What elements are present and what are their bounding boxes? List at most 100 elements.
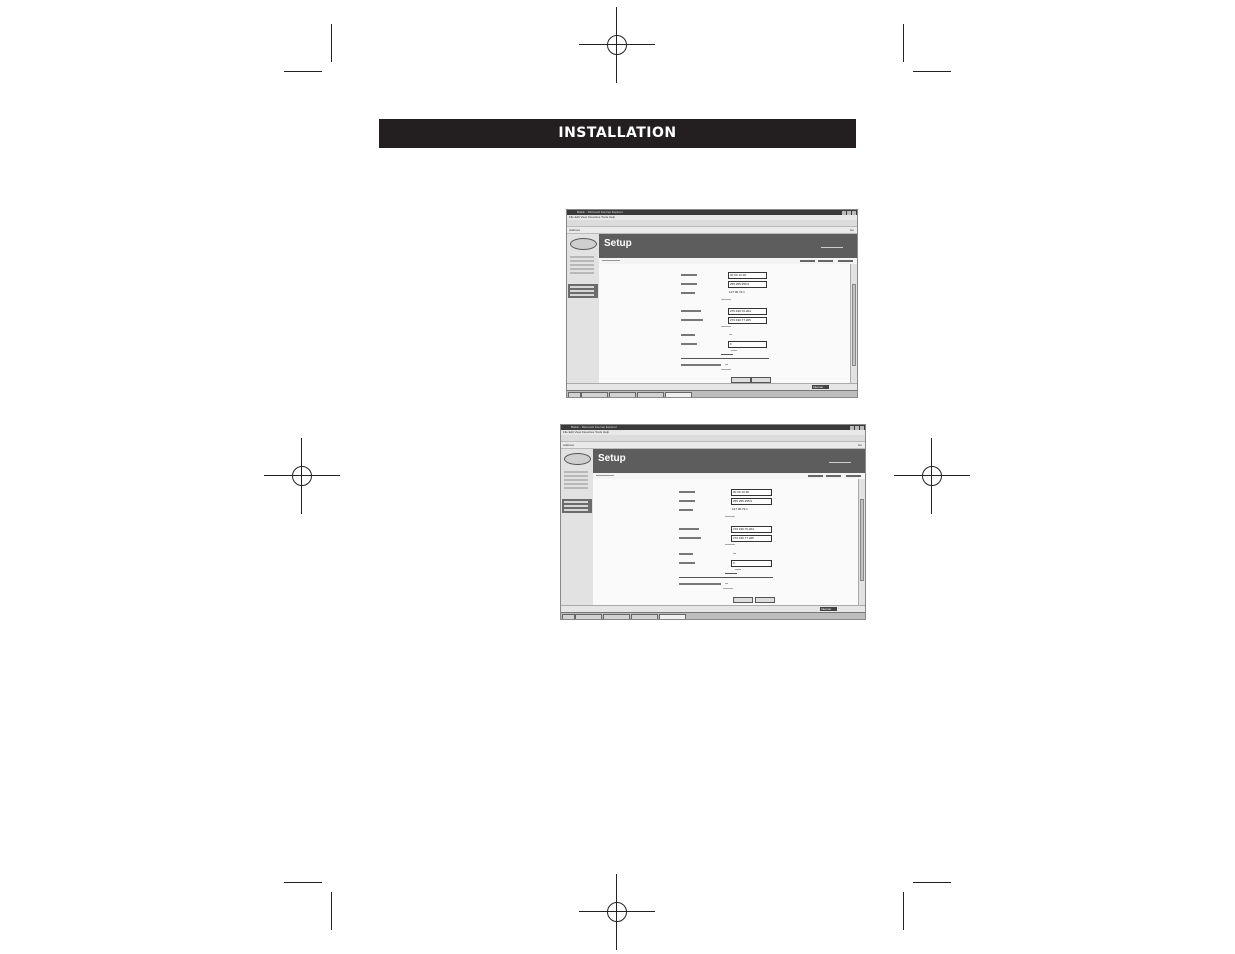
secondary-dns-field[interactable]: 270.190.77.205 [731,535,772,542]
field-label [681,334,695,336]
apply-changes-button[interactable] [755,597,775,603]
sidebar-item[interactable] [570,264,594,266]
sidebar-active-section[interactable] [562,499,592,513]
primary-dns-field[interactable]: 270.190.70.204 [728,308,767,315]
home-link[interactable] [829,462,851,463]
address-bar[interactable]: Address [567,227,857,234]
field-hint [733,553,736,554]
subnav-link[interactable] [800,260,815,262]
taskbar-item[interactable] [603,614,630,619]
sidebar-item[interactable] [570,256,594,258]
windows-taskbar [567,390,857,397]
subnet-mask-field[interactable]: 255.255.255.0 [728,281,767,288]
subnav-link[interactable] [808,475,823,477]
sidebar-item[interactable] [570,260,594,262]
primary-dns-field[interactable]: 270.190.70.204 [731,526,772,533]
start-button[interactable] [568,392,581,397]
internet-zone: Internet [812,385,829,389]
settings-form: 00 00 13 4D 255.255.255.0 127.00.72.1 27… [593,479,859,606]
sidebar-item[interactable] [564,501,588,503]
field-hint [725,544,735,545]
field-label [681,310,701,312]
field-label [679,553,693,555]
sidebar-active-section[interactable] [568,284,598,298]
field-hint [731,350,737,351]
sidebar-item[interactable] [564,471,588,473]
taskbar-item[interactable] [575,614,602,619]
go-button[interactable]: Go [858,442,862,448]
close-icon[interactable] [860,425,864,430]
sidebar-item[interactable] [564,505,588,507]
field-hint [721,299,731,300]
breadcrumb [602,260,620,261]
taskbar-item[interactable] [631,614,658,619]
home-link[interactable] [821,247,843,248]
field-hint [725,573,737,574]
sidebar-item[interactable] [570,268,594,270]
secondary-dns-field[interactable]: 270.190.77.205 [728,317,767,324]
taskbar-item[interactable] [581,392,608,397]
field-label [679,491,695,493]
crop-mark-top-left-vertical [331,24,332,62]
section-divider [679,577,773,578]
sidebar-item[interactable] [564,509,588,511]
belkin-logo [570,238,597,250]
subnet-mask-field[interactable]: 255.255.255.0 [731,498,772,505]
maximize-icon[interactable] [855,425,859,430]
crop-mark-bottom-left-horizontal [284,882,322,883]
start-button[interactable] [562,614,575,619]
registration-mark-bottom [579,874,655,950]
breadcrumb [596,475,614,476]
scrollbar-thumb[interactable] [860,499,864,581]
registration-mark-right [894,438,970,514]
go-button[interactable]: Go [850,227,854,233]
field-label [681,292,695,294]
subnav-link[interactable] [846,475,861,477]
crop-mark-bottom-right-vertical [903,892,904,930]
address-bar[interactable]: Address [561,442,865,449]
ip-address-field[interactable]: 00 00 13 4D [731,489,772,496]
sidebar-item[interactable] [570,272,594,274]
settings-form: 00 00 13 4D 255.255.255.0 127.00.72.1 27… [599,264,851,384]
windows-taskbar [561,612,865,619]
field-hint [721,326,731,327]
mtu-field[interactable]: 0 [731,560,772,567]
browser-toolbar[interactable] [567,220,857,227]
ip-address-field[interactable]: 00 00 13 4D [728,272,767,279]
mtu-field[interactable]: 0 [728,341,767,348]
minimize-icon[interactable] [842,210,846,215]
taskbar-item[interactable] [637,392,664,397]
maximize-icon[interactable] [847,210,851,215]
taskbar-item-active[interactable] [665,392,692,397]
subnav-link[interactable] [826,475,841,477]
sidebar-item[interactable] [570,290,594,292]
minimize-icon[interactable] [850,425,854,430]
subnav-link[interactable] [818,260,833,262]
browser-screenshot-1: Belkin - Microsoft Internet Explorer Fil… [566,209,858,398]
subnav-link[interactable] [838,260,853,262]
sidebar-item[interactable] [564,483,588,485]
sidebar-item[interactable] [564,479,588,481]
registration-mark-left [264,438,340,514]
scrollbar-thumb[interactable] [852,284,856,366]
sidebar-item[interactable] [564,475,588,477]
belkin-logo [564,453,591,465]
field-label [679,500,695,502]
field-label [679,583,721,585]
setup-banner: Setup [593,449,865,473]
field-hint [725,583,728,584]
field-label [681,364,721,366]
field-label [679,509,693,511]
sidebar-item[interactable] [570,286,594,288]
close-icon[interactable] [852,210,856,215]
sidebar-item[interactable] [564,487,588,489]
browser-toolbar[interactable] [561,435,865,442]
taskbar-item[interactable] [609,392,636,397]
vertical-scrollbar[interactable] [858,479,865,606]
field-hint [725,516,735,517]
vertical-scrollbar[interactable] [850,264,857,384]
clear-changes-button[interactable] [733,597,753,603]
sidebar-item[interactable] [570,294,594,296]
banner-title: Setup [598,453,626,464]
taskbar-item-active[interactable] [659,614,686,619]
